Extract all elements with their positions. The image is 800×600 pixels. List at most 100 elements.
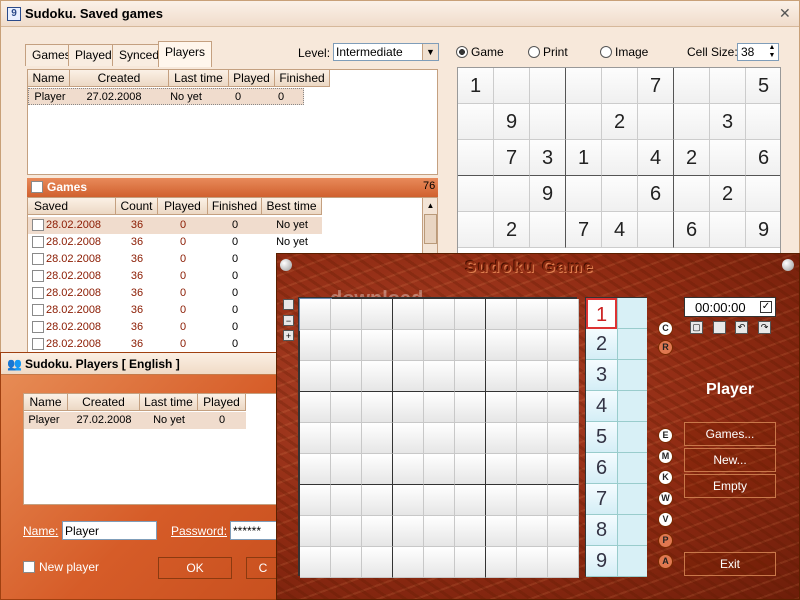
grid-cell[interactable]	[455, 485, 486, 516]
grid-cell[interactable]	[517, 330, 548, 361]
col-header[interactable]: Played	[198, 394, 246, 411]
grid-cell[interactable]	[486, 423, 517, 454]
grid-cell[interactable]	[331, 454, 362, 485]
tab-players[interactable]: Players	[158, 41, 213, 67]
ok-button[interactable]: OK	[158, 557, 232, 579]
square-filled-icon[interactable]	[713, 321, 726, 334]
grid-cell[interactable]	[362, 299, 393, 330]
col-header[interactable]: Last time	[140, 394, 198, 411]
grid-cell[interactable]	[517, 299, 548, 330]
col-header[interactable]: Played	[229, 70, 275, 87]
col-header[interactable]: Saved	[28, 198, 116, 215]
sudoku-game-grid[interactable]	[298, 297, 579, 578]
chevron-down-icon[interactable]: ▼	[422, 44, 438, 60]
grid-cell[interactable]	[362, 330, 393, 361]
number-slot[interactable]	[617, 422, 647, 453]
stepper-up-icon[interactable]: ▲	[766, 44, 778, 52]
row-checkbox[interactable]	[32, 270, 44, 282]
col-header[interactable]: Finished	[208, 198, 262, 215]
table-row[interactable]: 28.02.2008 36 0 0 No yet	[28, 234, 322, 251]
grid-cell[interactable]	[517, 423, 548, 454]
grid-cell[interactable]	[331, 485, 362, 516]
number-button[interactable]: 8	[586, 515, 617, 546]
grid-cell[interactable]	[393, 392, 424, 423]
mode-letter-button[interactable]: C	[658, 321, 673, 336]
cell-size-stepper[interactable]: 38 ▲ ▼	[737, 43, 779, 61]
number-button[interactable]: 7	[586, 484, 617, 515]
games-button[interactable]: Games...	[684, 422, 776, 446]
stepper-down-icon[interactable]: ▼	[766, 52, 778, 60]
grid-cell[interactable]	[548, 392, 579, 423]
mode-letter-button[interactable]: R	[658, 340, 673, 355]
col-header[interactable]: Created	[68, 394, 140, 411]
grid-cell[interactable]	[362, 423, 393, 454]
grid-cell[interactable]	[548, 423, 579, 454]
row-checkbox[interactable]	[32, 219, 44, 231]
grid-cell[interactable]	[393, 299, 424, 330]
grid-cell[interactable]	[517, 516, 548, 547]
level-letter-button[interactable]: M	[658, 449, 673, 464]
square-icon[interactable]: ▢	[690, 321, 703, 334]
grid-cell[interactable]	[424, 516, 455, 547]
number-slot[interactable]	[617, 453, 647, 484]
grid-cell[interactable]	[548, 361, 579, 392]
grid-cell[interactable]	[486, 516, 517, 547]
grid-cell[interactable]	[486, 485, 517, 516]
window-menu-icon[interactable]	[280, 259, 292, 271]
mode-print-radio[interactable]	[528, 46, 540, 58]
level-letter-button[interactable]: V	[658, 512, 673, 527]
grid-cell[interactable]	[424, 454, 455, 485]
grid-cell[interactable]	[486, 330, 517, 361]
grid-cell[interactable]	[300, 516, 331, 547]
grid-cell[interactable]	[424, 330, 455, 361]
grid-cell[interactable]	[331, 330, 362, 361]
number-button[interactable]: 2	[586, 329, 617, 360]
number-button[interactable]: 3	[586, 360, 617, 391]
grid-cell[interactable]	[331, 547, 362, 578]
level-letter-button[interactable]: P	[658, 533, 673, 548]
grid-cell[interactable]	[424, 299, 455, 330]
grid-cell[interactable]	[299, 298, 332, 331]
plus-icon[interactable]: +	[283, 330, 294, 341]
close-icon[interactable]	[782, 259, 794, 271]
grid-cell[interactable]	[455, 299, 486, 330]
grid-cell[interactable]	[455, 423, 486, 454]
col-header[interactable]: Played	[158, 198, 208, 215]
number-slot[interactable]	[617, 515, 647, 546]
grid-cell[interactable]	[300, 547, 331, 578]
grid-cell[interactable]	[455, 361, 486, 392]
grid-cell[interactable]	[548, 330, 579, 361]
row-checkbox[interactable]	[32, 236, 44, 248]
grid-cell[interactable]	[548, 485, 579, 516]
mode-game-radio[interactable]	[456, 46, 468, 58]
table-row[interactable]: Player 27.02.2008 No yet 0 0	[28, 88, 304, 105]
grid-cell[interactable]	[517, 547, 548, 578]
grid-cell[interactable]	[362, 516, 393, 547]
grid-cell[interactable]	[393, 361, 424, 392]
number-slot[interactable]	[617, 360, 647, 391]
grid-cell[interactable]	[393, 485, 424, 516]
grid-cell[interactable]	[486, 392, 517, 423]
grid-cell[interactable]	[548, 516, 579, 547]
grid-cell[interactable]	[393, 423, 424, 454]
grid-cell[interactable]	[331, 423, 362, 454]
grid-cell[interactable]	[362, 392, 393, 423]
grid-cell[interactable]	[300, 392, 331, 423]
timer-checkbox[interactable]: ✓	[760, 301, 772, 313]
grid-cell[interactable]	[424, 547, 455, 578]
grid-cell[interactable]	[455, 330, 486, 361]
redo-icon[interactable]: ↷	[758, 321, 771, 334]
grid-cell[interactable]	[486, 299, 517, 330]
checkbox-icon[interactable]	[283, 299, 294, 310]
minus-icon[interactable]: −	[283, 315, 294, 326]
number-button[interactable]: 6	[586, 453, 617, 484]
games-select-all-checkbox[interactable]	[31, 181, 43, 193]
grid-cell[interactable]	[393, 330, 424, 361]
number-slot[interactable]	[617, 298, 647, 329]
grid-cell[interactable]	[455, 547, 486, 578]
level-letter-button[interactable]: W	[658, 491, 673, 506]
grid-cell[interactable]	[548, 299, 579, 330]
grid-cell[interactable]	[424, 392, 455, 423]
grid-cell[interactable]	[548, 547, 579, 578]
col-header[interactable]: Name	[28, 70, 70, 87]
